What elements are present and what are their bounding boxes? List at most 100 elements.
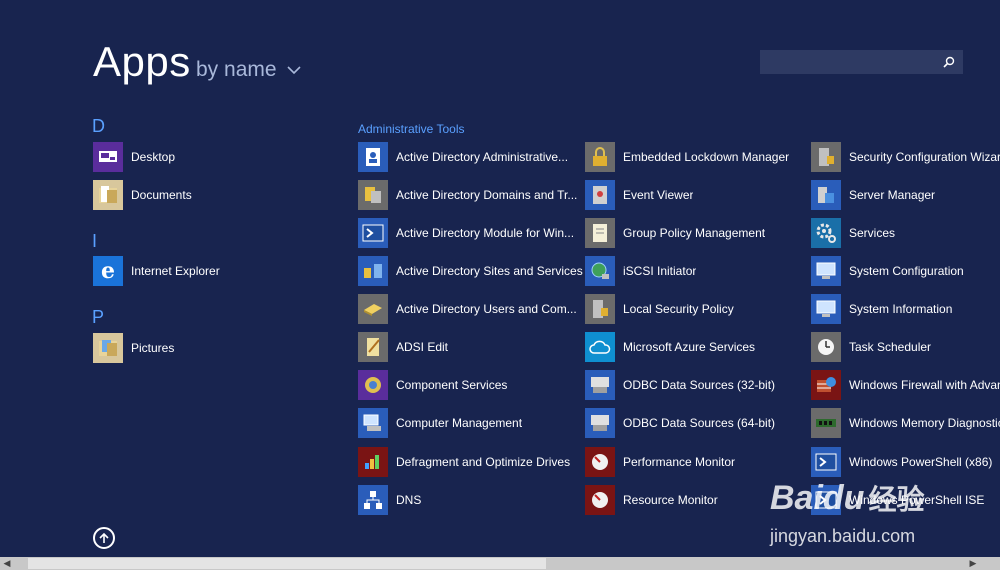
app-tile-system-configuration[interactable]: System Configuration (811, 255, 964, 287)
app-tile-performance-monitor[interactable]: Performance Monitor (585, 446, 735, 478)
resource-monitor-icon (585, 485, 615, 515)
firewall-icon (811, 370, 841, 400)
scroll-left-button[interactable]: ◀ (0, 557, 14, 570)
app-tile-security-configuration-wizard[interactable]: Security Configuration Wizard (811, 141, 1000, 173)
app-tile-services[interactable]: Services (811, 217, 895, 249)
app-tile-pictures[interactable]: Pictures (93, 332, 174, 364)
app-tile-documents[interactable]: Documents (93, 179, 192, 211)
ad-admin-center-icon (358, 142, 388, 172)
app-label: Event Viewer (623, 188, 694, 202)
app-tile-windows-firewall[interactable]: Windows Firewall with Advance (811, 369, 1000, 401)
powershell-ise-icon (811, 485, 841, 515)
server-manager-icon (811, 180, 841, 210)
app-tile-component-services[interactable]: Component Services (358, 369, 507, 401)
app-tile-embedded-lockdown-manager[interactable]: Embedded Lockdown Manager (585, 141, 789, 173)
azure-cloud-icon (585, 332, 615, 362)
scroll-right-button[interactable]: ▶ (966, 557, 980, 570)
scroll-to-top-button[interactable] (93, 527, 115, 549)
app-tile-iscsi-initiator[interactable]: iSCSI Initiator (585, 255, 696, 287)
app-tile-system-information[interactable]: System Information (811, 293, 952, 325)
security-wizard-icon (811, 142, 841, 172)
app-tile-dns[interactable]: DNS (358, 484, 421, 516)
app-tile-microsoft-azure-services[interactable]: Microsoft Azure Services (585, 331, 755, 363)
memory-chip-icon (811, 408, 841, 438)
odbc-icon (585, 370, 615, 400)
app-tile-ad-domains-trusts[interactable]: Active Directory Domains and Tr... (358, 179, 577, 211)
group-letter-d: D (92, 116, 105, 136)
app-tile-local-security-policy[interactable]: Local Security Policy (585, 293, 734, 325)
app-label: ODBC Data Sources (32-bit) (623, 378, 776, 392)
pictures-folder-icon (93, 333, 123, 363)
app-label: Resource Monitor (623, 493, 718, 507)
search-button[interactable] (936, 51, 962, 73)
app-tile-desktop[interactable]: Desktop (93, 141, 175, 173)
app-label: Active Directory Module for Win... (396, 226, 575, 240)
ad-users-icon (358, 294, 388, 324)
app-tile-ad-sites-services[interactable]: Active Directory Sites and Services (358, 255, 583, 287)
app-label: System Information (849, 302, 953, 316)
security-policy-icon (585, 294, 615, 324)
app-label: Internet Explorer (131, 264, 220, 278)
horizontal-scrollbar[interactable]: ◀ ▶ (0, 557, 1000, 570)
app-label: Documents (131, 188, 192, 202)
app-label: System Configuration (849, 264, 964, 278)
app-label: Pictures (131, 341, 175, 355)
app-tile-computer-management[interactable]: Computer Management (358, 407, 522, 439)
odbc-icon (585, 408, 615, 438)
app-label: Security Configuration Wizard (849, 150, 1000, 164)
services-gear-icon (811, 218, 841, 248)
search-input[interactable] (761, 51, 943, 73)
dns-icon (358, 485, 388, 515)
defrag-icon (358, 447, 388, 477)
desktop-icon (93, 142, 123, 172)
group-letter-p: P (92, 307, 105, 327)
app-tile-server-manager[interactable]: Server Manager (811, 179, 935, 211)
app-label: Local Security Policy (623, 302, 734, 316)
app-tile-odbc-32[interactable]: ODBC Data Sources (32-bit) (585, 369, 775, 401)
chevron-right-icon: ▶ (969, 558, 977, 568)
powershell-icon (811, 447, 841, 477)
app-label: Active Directory Sites and Services (396, 264, 583, 278)
sort-label: by name (196, 58, 277, 81)
search-icon (943, 56, 955, 68)
system-information-icon (811, 294, 841, 324)
start-screen-apps-view: Apps by name D Desktop Documents I e Int… (0, 0, 1000, 570)
group-heading-administrative-tools: Administrative Tools (358, 122, 465, 136)
search-box[interactable] (760, 50, 963, 74)
app-tile-windows-powershell-ise[interactable]: Windows PowerShell ISE (811, 484, 984, 516)
app-tile-ad-users-computers[interactable]: Active Directory Users and Com... (358, 293, 577, 325)
app-label: Microsoft Azure Services (623, 340, 756, 354)
computer-management-icon (358, 408, 388, 438)
app-label: Services (849, 226, 896, 240)
app-tile-task-scheduler[interactable]: Task Scheduler (811, 331, 931, 363)
sort-by-dropdown[interactable]: by name (196, 58, 301, 82)
app-tile-ad-module-powershell[interactable]: Active Directory Module for Win... (358, 217, 574, 249)
app-label: Active Directory Users and Com... (396, 302, 577, 316)
app-label: ODBC Data Sources (64-bit) (623, 416, 776, 430)
component-services-icon (358, 370, 388, 400)
app-tile-adsi-edit[interactable]: ADSI Edit (358, 331, 448, 363)
app-tile-group-policy-management[interactable]: Group Policy Management (585, 217, 765, 249)
app-tile-defragment-drives[interactable]: Defragment and Optimize Drives (358, 446, 570, 478)
app-label: Active Directory Administrative... (396, 150, 569, 164)
adsi-edit-icon (358, 332, 388, 362)
app-tile-ad-administrative-center[interactable]: Active Directory Administrative... (358, 141, 568, 173)
app-tile-internet-explorer[interactable]: e Internet Explorer (93, 255, 220, 287)
group-letter-i: I (92, 231, 98, 251)
lock-icon (585, 142, 615, 172)
iscsi-globe-icon (585, 256, 615, 286)
app-tile-resource-monitor[interactable]: Resource Monitor (585, 484, 718, 516)
app-label: ADSI Edit (396, 340, 449, 354)
performance-monitor-icon (585, 447, 615, 477)
task-scheduler-clock-icon (811, 332, 841, 362)
app-label: Group Policy Management (623, 226, 766, 240)
scrollbar-thumb[interactable] (28, 558, 546, 569)
app-tile-event-viewer[interactable]: Event Viewer (585, 179, 693, 211)
app-tile-odbc-64[interactable]: ODBC Data Sources (64-bit) (585, 407, 775, 439)
event-viewer-icon (585, 180, 615, 210)
app-tile-windows-memory-diagnostic[interactable]: Windows Memory Diagnostic (811, 407, 1000, 439)
app-label: Component Services (396, 378, 508, 392)
app-label: Desktop (131, 150, 176, 164)
app-label: Windows PowerShell ISE (849, 493, 985, 507)
app-tile-windows-powershell-x86[interactable]: Windows PowerShell (x86) (811, 446, 992, 478)
